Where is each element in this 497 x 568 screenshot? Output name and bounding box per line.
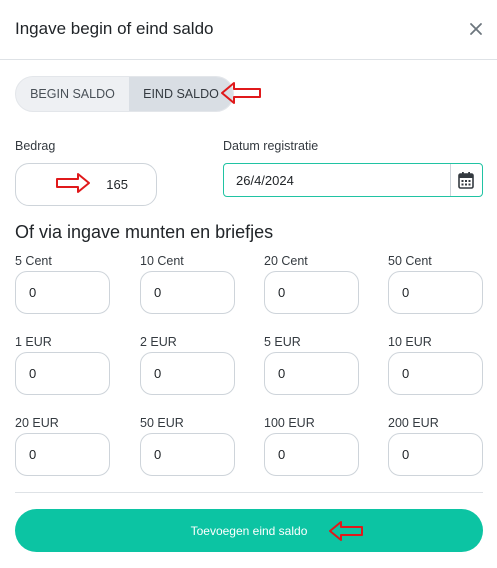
saldo-modal: Ingave begin of eind saldo BEGIN SALDO E… xyxy=(0,0,497,568)
annotation-arrow-right-icon xyxy=(56,173,90,193)
coin-input-5-eur[interactable]: 0 xyxy=(264,352,359,395)
coin-input-50-cent[interactable]: 0 xyxy=(388,271,483,314)
date-label: Datum registratie xyxy=(223,139,319,153)
coin-input-20-eur[interactable]: 0 xyxy=(15,433,110,476)
coin-label: 10 Cent xyxy=(140,254,184,268)
coin-input-200-eur[interactable]: 0 xyxy=(388,433,483,476)
coin-label: 2 EUR xyxy=(140,335,177,349)
date-input[interactable]: 26/4/2024 xyxy=(223,163,483,197)
coin-input-20-cent[interactable]: 0 xyxy=(264,271,359,314)
annotation-arrow-left-icon xyxy=(221,82,261,104)
coin-label: 1 EUR xyxy=(15,335,52,349)
coin-label: 50 Cent xyxy=(388,254,432,268)
coin-label: 5 EUR xyxy=(264,335,301,349)
coin-input-10-eur[interactable]: 0 xyxy=(388,352,483,395)
coin-label: 50 EUR xyxy=(140,416,184,430)
coin-label: 200 EUR xyxy=(388,416,439,430)
submit-button[interactable]: Toevoegen eind saldo xyxy=(15,509,483,552)
toggle-eind-saldo[interactable]: EIND SALDO xyxy=(128,77,233,111)
coin-label: 20 Cent xyxy=(264,254,308,268)
coin-label: 100 EUR xyxy=(264,416,315,430)
coin-input-10-cent[interactable]: 0 xyxy=(140,271,235,314)
saldo-type-toggle: BEGIN SALDO EIND SALDO xyxy=(15,76,234,112)
modal-header: Ingave begin of eind saldo xyxy=(0,0,497,60)
coin-label: 5 Cent xyxy=(15,254,52,268)
toggle-begin-saldo[interactable]: BEGIN SALDO xyxy=(16,77,129,111)
coin-label: 20 EUR xyxy=(15,416,59,430)
date-value: 26/4/2024 xyxy=(236,173,294,188)
coin-input-50-eur[interactable]: 0 xyxy=(140,433,235,476)
coin-input-2-eur[interactable]: 0 xyxy=(140,352,235,395)
coin-input-100-eur[interactable]: 0 xyxy=(264,433,359,476)
footer-divider xyxy=(15,492,483,493)
annotation-arrow-left-icon xyxy=(329,521,363,541)
coins-section-title: Of via ingave munten en briefjes xyxy=(15,222,274,242)
coin-input-5-cent[interactable]: 0 xyxy=(15,271,110,314)
coin-label: 10 EUR xyxy=(388,335,432,349)
calendar-icon[interactable] xyxy=(458,171,474,189)
coin-input-1-eur[interactable]: 0 xyxy=(15,352,110,395)
amount-label: Bedrag xyxy=(15,139,56,153)
submit-button-label: Toevoegen eind saldo xyxy=(190,523,308,538)
date-divider xyxy=(450,164,451,196)
close-icon[interactable] xyxy=(466,19,486,39)
modal-title: Ingave begin of eind saldo xyxy=(15,19,214,38)
